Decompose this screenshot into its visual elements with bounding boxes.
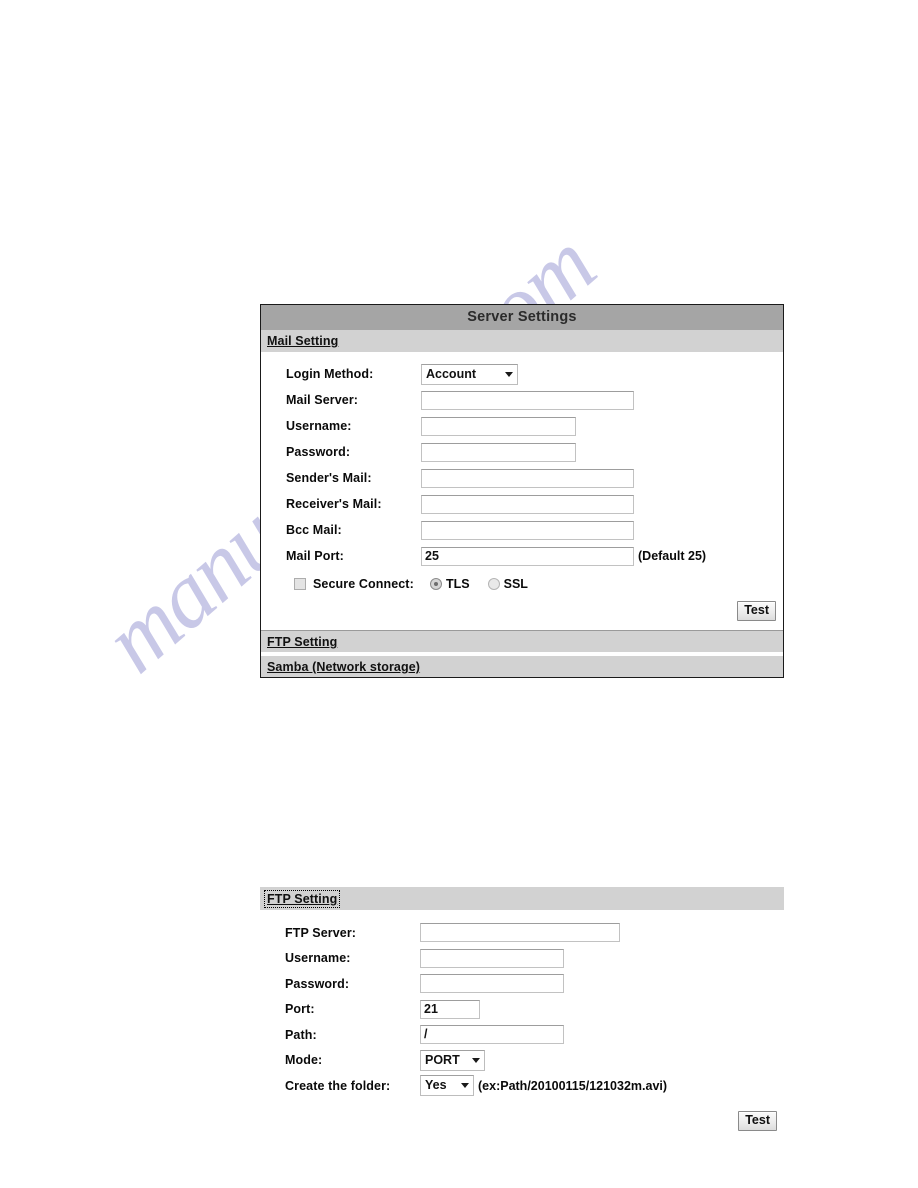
radio-label-tls: TLS xyxy=(446,577,470,591)
select-ftp-mode[interactable]: PORT xyxy=(420,1049,485,1071)
section-header-mail-setting[interactable]: Mail Setting xyxy=(261,330,783,352)
chevron-down-icon xyxy=(505,371,513,377)
input-ftp-password[interactable] xyxy=(420,974,564,994)
label-ftp-path: Path: xyxy=(285,1027,317,1042)
radio-ssl-icon[interactable] xyxy=(487,578,500,590)
label-ftp-server: FTP Server: xyxy=(285,925,357,940)
select-login-method-value: Account xyxy=(426,366,476,381)
row-senders-mail: Sender's Mail: xyxy=(261,465,783,491)
select-ftp-mode-value: PORT xyxy=(425,1052,460,1067)
label-ftp-port: Port: xyxy=(285,1002,315,1017)
panel-title-server-settings: Server Settings xyxy=(261,305,783,330)
mail-setting-form: Login Method: Account Mail Server: Usern… xyxy=(261,352,783,630)
input-ftp-path[interactable]: / xyxy=(420,1025,564,1045)
row-ftp-server: FTP Server: xyxy=(260,920,784,946)
label-senders-mail: Sender's Mail: xyxy=(286,471,372,485)
test-button-mail[interactable]: Test xyxy=(737,601,776,621)
section-header-ftp-setting[interactable]: FTP Setting xyxy=(261,630,783,652)
test-button-ftp[interactable]: Test xyxy=(738,1110,777,1131)
ftp-setting-actions: Test xyxy=(260,1099,784,1141)
row-create-folder: Create the folder: Yes (ex:Path/20100115… xyxy=(260,1073,784,1099)
checkbox-secure-connect[interactable] xyxy=(294,578,306,590)
input-password[interactable] xyxy=(421,442,576,462)
input-receivers-mail[interactable] xyxy=(421,494,634,514)
label-create-folder: Create the folder: xyxy=(285,1078,391,1093)
row-username: Username: xyxy=(261,413,783,439)
label-ftp-username: Username: xyxy=(285,951,351,966)
hint-mail-port-default: (Default 25) xyxy=(638,549,707,563)
row-login-method: Login Method: Account xyxy=(261,361,783,387)
input-ftp-username[interactable] xyxy=(420,948,564,968)
radio-label-ssl: SSL xyxy=(503,577,528,591)
section-label-ftp-setting: FTP Setting xyxy=(267,635,338,649)
section-label-mail-setting: Mail Setting xyxy=(267,334,339,348)
row-password: Password: xyxy=(261,439,783,465)
label-mail-server: Mail Server: xyxy=(286,393,359,407)
label-ftp-mode: Mode: xyxy=(285,1053,323,1068)
input-mail-port[interactable]: 25 xyxy=(421,546,634,566)
input-ftp-port[interactable]: 21 xyxy=(420,999,480,1019)
server-settings-panel: Server Settings Mail Setting Login Metho… xyxy=(260,304,784,678)
ftp-settings-panel: FTP Setting FTP Server: Username: Passwo… xyxy=(260,887,784,1141)
row-mail-port: Mail Port: 25 (Default 25) xyxy=(261,543,783,569)
radio-option-tls[interactable]: TLS xyxy=(430,577,470,591)
row-bcc-mail: Bcc Mail: xyxy=(261,517,783,543)
hint-create-folder-example: (ex:Path/20100115/121032m.avi) xyxy=(478,1078,668,1093)
row-ftp-password: Password: xyxy=(260,971,784,997)
label-receivers-mail: Receiver's Mail: xyxy=(286,497,382,511)
select-create-folder[interactable]: Yes xyxy=(420,1075,474,1097)
row-mail-server: Mail Server: xyxy=(261,387,783,413)
input-ftp-server[interactable] xyxy=(420,923,620,943)
input-senders-mail[interactable] xyxy=(421,468,634,488)
row-ftp-path: Path: / xyxy=(260,1022,784,1048)
mail-setting-actions: Test xyxy=(261,599,783,630)
label-secure-connect: Secure Connect: xyxy=(313,577,414,591)
row-ftp-port: Port: 21 xyxy=(260,997,784,1023)
ftp-setting-form: FTP Server: Username: Password: Port: 21… xyxy=(260,910,784,1141)
label-password: Password: xyxy=(286,445,351,459)
input-bcc-mail[interactable] xyxy=(421,520,634,540)
radio-tls-icon[interactable] xyxy=(430,578,442,590)
label-secure-connect-group: Secure Connect: xyxy=(261,577,421,591)
row-secure-connect: Secure Connect: TLS SSL xyxy=(261,569,783,599)
section-label-ftp-setting-detail: FTP Setting xyxy=(263,890,341,908)
radio-option-ssl[interactable]: SSL xyxy=(487,577,528,591)
label-username: Username: xyxy=(286,419,352,433)
select-login-method[interactable]: Account xyxy=(421,363,518,385)
chevron-down-icon xyxy=(472,1057,480,1063)
section-header-samba[interactable]: Samba (Network storage) xyxy=(261,656,783,677)
label-mail-port: Mail Port: xyxy=(286,549,344,563)
section-label-samba: Samba (Network storage) xyxy=(267,660,421,674)
row-receivers-mail: Receiver's Mail: xyxy=(261,491,783,517)
input-mail-server[interactable] xyxy=(421,390,634,410)
label-bcc-mail: Bcc Mail: xyxy=(286,523,342,537)
section-header-ftp-setting-detail[interactable]: FTP Setting xyxy=(260,887,784,910)
label-ftp-password: Password: xyxy=(285,976,350,991)
label-login-method: Login Method: xyxy=(286,367,374,381)
row-ftp-mode: Mode: PORT xyxy=(260,1048,784,1074)
select-create-folder-value: Yes xyxy=(425,1078,447,1093)
chevron-down-icon xyxy=(461,1083,469,1089)
row-ftp-username: Username: xyxy=(260,946,784,972)
input-username[interactable] xyxy=(421,416,576,436)
